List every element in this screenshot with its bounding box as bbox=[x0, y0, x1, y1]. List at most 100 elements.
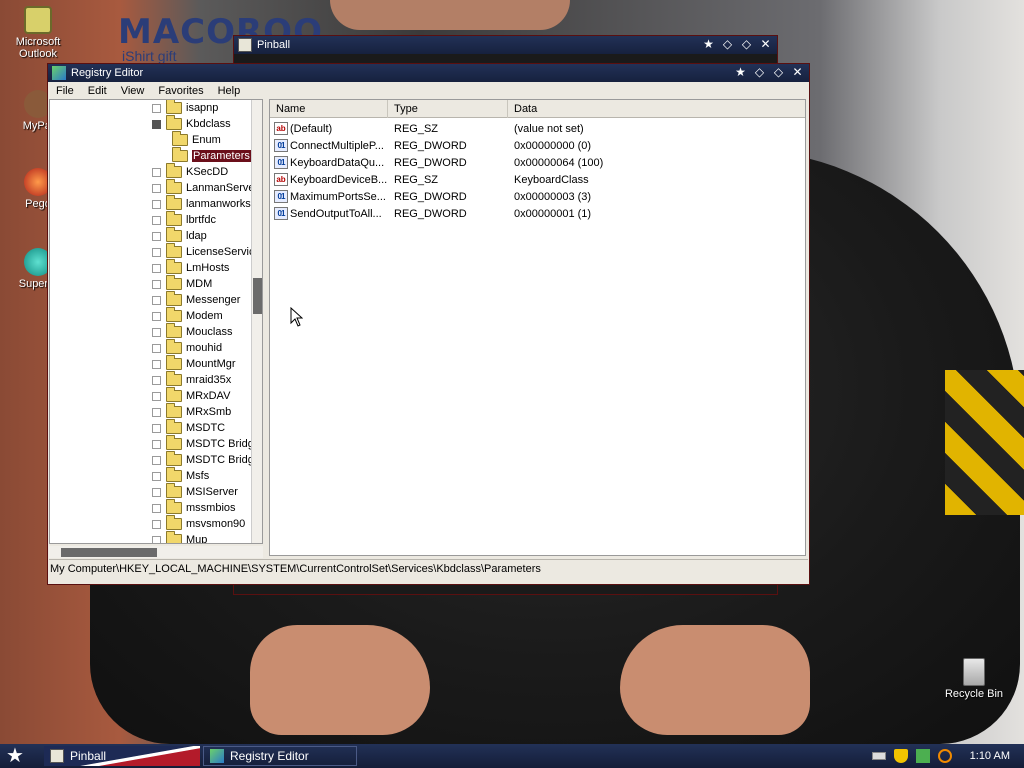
taskbar-clock[interactable]: 1:10 AM bbox=[970, 750, 1010, 762]
expand-icon[interactable] bbox=[152, 231, 161, 241]
menu-favorites[interactable]: Favorites bbox=[151, 85, 210, 97]
expand-icon[interactable] bbox=[152, 359, 161, 369]
tree-vertical-scroll-thumb[interactable] bbox=[253, 278, 262, 314]
start-button-star-icon[interactable]: ★ bbox=[6, 746, 28, 766]
value-row[interactable]: ab KeyboardDeviceB... REG_SZ KeyboardClass bbox=[270, 171, 788, 188]
tree-node[interactable]: lbrtfdc bbox=[152, 211, 216, 228]
expand-icon[interactable] bbox=[152, 247, 161, 257]
expand-icon[interactable] bbox=[152, 487, 161, 497]
value-type: REG_SZ bbox=[394, 122, 439, 135]
expand-icon[interactable] bbox=[152, 391, 161, 401]
tree-node[interactable]: MDM bbox=[152, 275, 212, 292]
tree-node[interactable]: MountMgr bbox=[152, 355, 236, 372]
expand-icon[interactable] bbox=[152, 327, 161, 337]
minimize-button[interactable]: ◇ bbox=[720, 37, 735, 52]
tree-horizontal-scroll-thumb[interactable] bbox=[61, 548, 157, 557]
maximize-button[interactable]: ◇ bbox=[739, 37, 754, 52]
desktop-icon-outlook[interactable]: Microsoft Outlook bbox=[5, 6, 71, 60]
pinball-titlebar[interactable]: Pinball ★ ◇ ◇ ✕ bbox=[234, 36, 777, 54]
expand-icon[interactable] bbox=[152, 343, 161, 353]
tree-node[interactable]: ldap bbox=[152, 227, 207, 244]
value-row[interactable]: 01 KeyboardDataQu... REG_DWORD 0x00000064 (… bbox=[270, 154, 788, 171]
menu-file[interactable]: File bbox=[49, 85, 81, 97]
collapse-icon[interactable] bbox=[152, 119, 161, 129]
expand-icon[interactable] bbox=[152, 423, 161, 433]
tree-node[interactable]: mouhid bbox=[152, 339, 222, 356]
expand-icon[interactable] bbox=[152, 375, 161, 385]
tree-node[interactable]: MSDTC bbox=[152, 419, 225, 436]
shield-icon[interactable] bbox=[893, 749, 908, 763]
network-icon[interactable] bbox=[915, 749, 930, 763]
tree-node[interactable]: LicenseService bbox=[152, 243, 261, 260]
tree-node[interactable]: LanmanServer bbox=[152, 179, 258, 196]
values-list[interactable]: Name Type Data ab (Default) REG_SZ (value n… bbox=[269, 99, 806, 556]
column-header-data[interactable]: Data bbox=[508, 100, 805, 118]
tree-node[interactable]: isapnp bbox=[152, 100, 218, 116]
tree-node[interactable]: MSIServer bbox=[152, 483, 238, 500]
menu-view[interactable]: View bbox=[114, 85, 152, 97]
registry-editor-window[interactable]: Registry Editor ★ ◇ ◇ ✕ File Edit View F… bbox=[47, 63, 810, 585]
value-name-cell: ab KeyboardDeviceB... bbox=[270, 173, 388, 186]
menu-help[interactable]: Help bbox=[211, 85, 248, 97]
expand-icon[interactable] bbox=[152, 519, 161, 529]
tree-node[interactable]: mssmbios bbox=[152, 499, 236, 516]
star-icon[interactable]: ★ bbox=[701, 37, 716, 52]
column-header-type[interactable]: Type bbox=[388, 100, 508, 118]
expand-icon[interactable] bbox=[152, 503, 161, 513]
search-icon[interactable] bbox=[937, 749, 952, 763]
expand-icon[interactable] bbox=[152, 455, 161, 465]
tree-node[interactable]: lanmanworkstation bbox=[152, 195, 262, 212]
tree-node[interactable]: Msfs bbox=[152, 467, 209, 484]
expand-icon[interactable] bbox=[152, 199, 161, 209]
tree-node[interactable]: Kbdclass bbox=[152, 115, 231, 132]
expand-icon[interactable] bbox=[152, 279, 161, 289]
close-button[interactable]: ✕ bbox=[758, 37, 773, 52]
tree-horizontal-scrollbar[interactable] bbox=[49, 546, 263, 558]
expand-icon[interactable] bbox=[152, 471, 161, 481]
expand-icon[interactable] bbox=[152, 103, 161, 113]
tree-node[interactable]: Mouclass bbox=[152, 323, 232, 340]
column-header-name[interactable]: Name bbox=[270, 100, 388, 118]
tree-node[interactable]: Modem bbox=[152, 307, 223, 324]
tree-node[interactable]: LmHosts bbox=[152, 259, 229, 276]
tree-vertical-scrollbar[interactable] bbox=[251, 100, 262, 543]
expand-icon[interactable] bbox=[152, 535, 161, 543]
tree-node[interactable]: Enum bbox=[172, 131, 221, 148]
tree-node[interactable]: MSDTC Bridge bbox=[152, 435, 260, 452]
close-button[interactable]: ✕ bbox=[790, 65, 805, 80]
value-row[interactable]: 01 ConnectMultipleP... REG_DWORD 0x00000000… bbox=[270, 137, 788, 154]
tree-node[interactable]: Messenger bbox=[152, 291, 240, 308]
value-row[interactable]: ab (Default) REG_SZ (value not set) bbox=[270, 120, 788, 137]
expand-icon[interactable] bbox=[152, 407, 161, 417]
tree-node[interactable]: MSDTC Bridge bbox=[152, 451, 260, 468]
tree-node[interactable]: msvsmon90 bbox=[152, 515, 245, 532]
taskbar-button-pinball[interactable]: Pinball bbox=[44, 746, 200, 766]
tree-node[interactable]: MRxSmb bbox=[152, 403, 231, 420]
tree-node[interactable]: Mup bbox=[152, 531, 207, 543]
value-data: (value not set) bbox=[514, 122, 584, 135]
key-tree[interactable]: isapnp Kbdclass Enum Parameters KSecDD Lanman… bbox=[49, 99, 263, 544]
maximize-button[interactable]: ◇ bbox=[771, 65, 786, 80]
expand-icon[interactable] bbox=[152, 215, 161, 225]
expand-icon[interactable] bbox=[152, 183, 161, 193]
desktop-icon-recycle-bin[interactable]: Recycle Bin bbox=[941, 658, 1007, 700]
minimize-button[interactable]: ◇ bbox=[752, 65, 767, 80]
keyboard-icon[interactable] bbox=[871, 752, 886, 760]
tree-node[interactable]: MRxDAV bbox=[152, 387, 230, 404]
expand-icon[interactable] bbox=[152, 311, 161, 321]
value-name: KeyboardDataQu... bbox=[290, 156, 385, 169]
taskbar-button-registry-editor[interactable]: Registry Editor bbox=[203, 746, 357, 766]
tree-node[interactable]: Parameters bbox=[172, 147, 251, 164]
tree-node[interactable]: mraid35x bbox=[152, 371, 231, 388]
tree-node-label: MSIServer bbox=[186, 486, 238, 498]
menu-edit[interactable]: Edit bbox=[81, 85, 114, 97]
value-row[interactable]: 01 SendOutputToAll... REG_DWORD 0x00000001 … bbox=[270, 205, 788, 222]
value-row[interactable]: 01 MaximumPortsSe... REG_DWORD 0x00000003 (… bbox=[270, 188, 788, 205]
expand-icon[interactable] bbox=[152, 295, 161, 305]
expand-icon[interactable] bbox=[152, 167, 161, 177]
expand-icon[interactable] bbox=[152, 263, 161, 273]
registry-editor-titlebar[interactable]: Registry Editor ★ ◇ ◇ ✕ bbox=[48, 64, 809, 82]
expand-icon[interactable] bbox=[152, 439, 161, 449]
tree-node[interactable]: KSecDD bbox=[152, 163, 228, 180]
star-icon[interactable]: ★ bbox=[733, 65, 748, 80]
